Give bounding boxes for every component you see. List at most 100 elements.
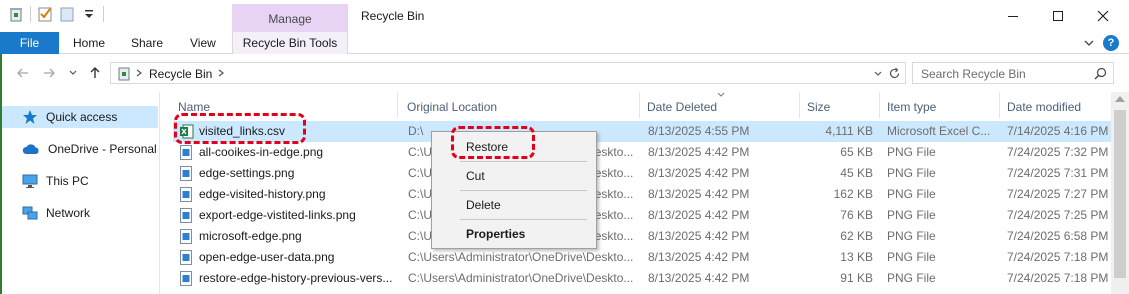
- column-header-item-type[interactable]: Item type: [887, 96, 936, 118]
- item-type: PNG File: [887, 166, 936, 180]
- column-header-date-modified[interactable]: Date modified: [1007, 96, 1081, 118]
- image-file-icon: [180, 250, 192, 265]
- recycle-bin-icon[interactable]: [8, 6, 24, 22]
- tab-recycle-bin-tools[interactable]: Recycle Bin Tools: [232, 32, 348, 54]
- file-name: open-edge-user-data.png: [199, 250, 335, 264]
- date-modified: 7/24/2025 7:18 PM: [1007, 271, 1109, 285]
- vertical-scrollbar[interactable]: [1111, 92, 1129, 294]
- date-deleted: 8/13/2025 4:42 PM: [648, 271, 750, 285]
- date-deleted: 8/13/2025 4:42 PM: [648, 250, 750, 264]
- customize-toolbar-icon[interactable]: [81, 6, 97, 22]
- breadcrumb-path[interactable]: Recycle Bin: [149, 67, 212, 81]
- properties-icon[interactable]: [37, 6, 53, 22]
- column-header-size[interactable]: Size: [807, 96, 830, 118]
- menu-item-delete[interactable]: Delete: [466, 198, 501, 212]
- table-row[interactable]: all-cooikes-in-edge.png C:\Users\Adminis…: [173, 142, 1111, 163]
- recent-locations-button[interactable]: [64, 64, 82, 82]
- file-size: 162 KB: [833, 187, 873, 201]
- column-divider[interactable]: [799, 92, 800, 118]
- search-input[interactable]: Search Recycle Bin: [912, 62, 1114, 84]
- quick-access-toolbar: [8, 6, 104, 22]
- table-row[interactable]: export-edge-vistited-links.png C:\Users\…: [173, 205, 1111, 226]
- item-type: PNG File: [887, 229, 936, 243]
- menu-item-properties[interactable]: Properties: [466, 227, 525, 241]
- column-divider[interactable]: [999, 92, 1000, 118]
- new-folder-icon[interactable]: [59, 6, 75, 22]
- item-type: PNG File: [887, 271, 936, 285]
- image-file-icon: [180, 208, 192, 223]
- refresh-icon[interactable]: [888, 67, 901, 80]
- table-row[interactable]: restore-edge-history-previous-vers... C:…: [173, 268, 1111, 289]
- table-row[interactable]: edge-settings.png C:\Users\Administrator…: [173, 163, 1111, 184]
- column-header-original-location[interactable]: Original Location: [407, 96, 497, 118]
- menu-item-restore[interactable]: Restore: [466, 140, 508, 154]
- nav-label: This PC: [46, 174, 89, 188]
- forward-arrow-icon: [44, 68, 55, 78]
- menu-separator: [460, 161, 587, 162]
- nav-item-network[interactable]: Network: [2, 202, 158, 224]
- forward-button[interactable]: [40, 64, 58, 82]
- close-button[interactable]: [1080, 0, 1126, 32]
- file-name: visited_links.csv: [199, 124, 286, 138]
- date-modified: 7/24/2025 7:27 PM: [1007, 187, 1109, 201]
- item-type: PNG File: [887, 208, 936, 222]
- table-row[interactable]: visited_links.csv D:\ 8/13/2025 4:55 PM …: [173, 121, 1111, 142]
- cloud-icon: [22, 144, 39, 154]
- file-name: edge-settings.png: [199, 166, 295, 180]
- search-placeholder: Search Recycle Bin: [921, 67, 1026, 81]
- date-modified: 7/14/2025 4:16 PM: [1007, 124, 1109, 138]
- column-divider[interactable]: [639, 92, 640, 118]
- tab-view[interactable]: View: [190, 32, 216, 54]
- column-divider[interactable]: [397, 92, 398, 118]
- file-name: restore-edge-history-previous-vers...: [199, 271, 393, 285]
- menu-item-cut[interactable]: Cut: [466, 169, 485, 183]
- column-header-name[interactable]: Name: [178, 96, 210, 118]
- image-file-icon: [180, 187, 192, 202]
- ribbon-tab-bar: File Home Share View Recycle Bin Tools ?: [0, 32, 1129, 54]
- search-icon: [1094, 67, 1107, 80]
- tab-home[interactable]: Home: [73, 32, 105, 54]
- date-deleted: 8/13/2025 4:42 PM: [648, 166, 750, 180]
- back-button[interactable]: [14, 64, 32, 82]
- address-bar[interactable]: Recycle Bin: [110, 62, 906, 84]
- context-menu: Restore Cut Delete Properties: [431, 131, 597, 249]
- column-divider[interactable]: [879, 92, 880, 118]
- menu-separator: [460, 190, 587, 191]
- file-name: edge-visited-history.png: [199, 187, 326, 201]
- tab-file[interactable]: File: [0, 32, 59, 54]
- computer-icon: [22, 174, 38, 188]
- nav-item-onedrive[interactable]: OneDrive - Personal: [2, 138, 158, 160]
- minimize-icon: [1008, 16, 1018, 17]
- ribbon-controls: ?: [1083, 35, 1119, 51]
- close-icon: [1097, 10, 1109, 22]
- address-row: Recycle Bin Search Recycle Bin: [0, 58, 1129, 88]
- file-size: 4,111 KB: [825, 124, 873, 138]
- maximize-button[interactable]: [1035, 0, 1081, 32]
- date-modified: 7/24/2025 6:58 PM: [1007, 229, 1109, 243]
- help-icon[interactable]: ?: [1103, 35, 1119, 51]
- scroll-up-arrow-icon[interactable]: [1115, 96, 1125, 102]
- manage-context-tab[interactable]: Manage: [232, 4, 348, 32]
- sort-descending-icon: [717, 92, 725, 97]
- up-button[interactable]: [86, 64, 104, 82]
- address-dropdown-icon[interactable]: [873, 69, 883, 79]
- original-location: C:\Users\Administrator\OneDrive\Deskto..…: [408, 250, 634, 264]
- column-header-date-deleted[interactable]: Date Deleted: [647, 96, 717, 118]
- scrollbar-thumb[interactable]: [1114, 110, 1126, 278]
- nav-item-this-pc[interactable]: This PC: [2, 170, 158, 192]
- date-modified: 7/24/2025 7:18 PM: [1007, 250, 1109, 264]
- expand-ribbon-icon[interactable]: [1083, 37, 1095, 49]
- table-row[interactable]: microsoft-edge.png C:\Users\Administrato…: [173, 226, 1111, 247]
- date-deleted: 8/13/2025 4:42 PM: [648, 145, 750, 159]
- table-row[interactable]: open-edge-user-data.png C:\Users\Adminis…: [173, 247, 1111, 268]
- breadcrumb-chevron-icon[interactable]: [217, 69, 225, 77]
- toolbar-separator: [30, 6, 31, 22]
- file-size: 13 KB: [840, 250, 873, 264]
- tab-share[interactable]: Share: [131, 32, 163, 54]
- minimize-button[interactable]: [990, 0, 1036, 32]
- manage-label: Manage: [268, 12, 312, 26]
- table-row[interactable]: edge-visited-history.png C:\Users\Admini…: [173, 184, 1111, 205]
- chevron-down-icon: [69, 70, 77, 75]
- breadcrumb-chevron-icon[interactable]: [135, 69, 143, 77]
- nav-item-quick-access[interactable]: Quick access: [2, 106, 158, 128]
